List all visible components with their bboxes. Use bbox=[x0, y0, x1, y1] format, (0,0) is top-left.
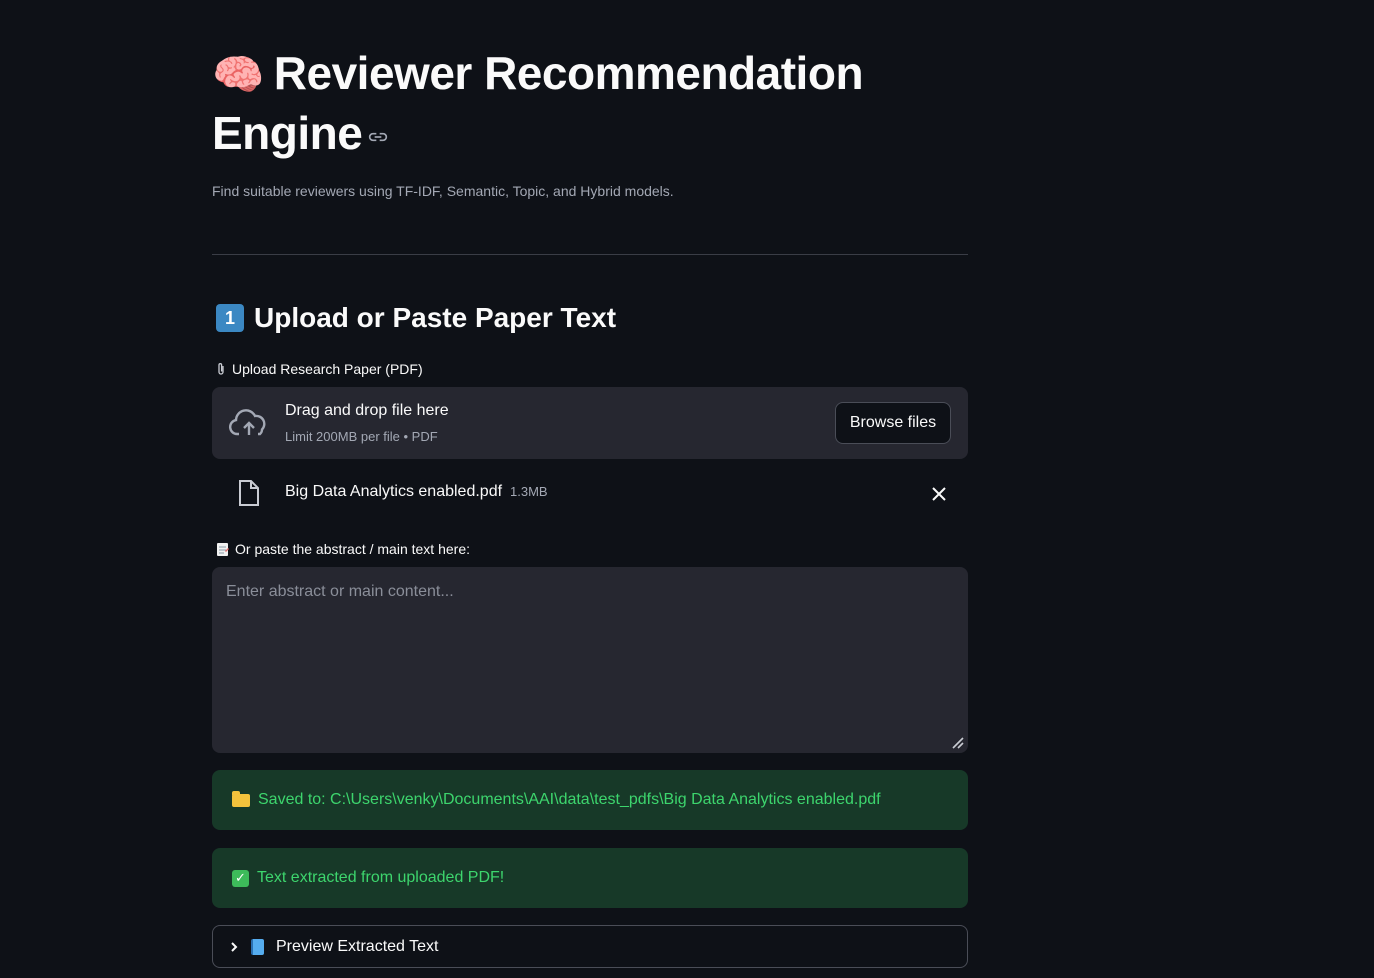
cloud-upload-icon bbox=[228, 409, 266, 436]
chevron-right-icon bbox=[231, 941, 238, 952]
preview-expander-label: Preview Extracted Text bbox=[276, 937, 439, 955]
page-title: 🧠 Reviewer Recommendation Engine bbox=[212, 44, 972, 162]
page-subtitle: Find suitable reviewers using TF-IDF, Se… bbox=[212, 183, 674, 199]
book-icon bbox=[251, 938, 264, 955]
extracted-alert: ✓ Text extracted from uploaded PDF! bbox=[212, 848, 968, 908]
file-name-text: Big Data Analytics enabled.pdf bbox=[285, 483, 503, 500]
paperclip-icon bbox=[218, 363, 224, 375]
memo-icon bbox=[217, 542, 229, 556]
upload-label-text: Upload Research Paper (PDF) bbox=[232, 361, 423, 377]
section-heading-text: Upload or Paste Paper Text bbox=[254, 302, 617, 333]
browse-files-button[interactable]: Browse files bbox=[835, 402, 951, 444]
saved-alert: Saved to: C:\Users\venky\Documents\AAI\d… bbox=[212, 770, 968, 830]
check-mark-icon: ✓ bbox=[232, 869, 249, 887]
paste-label-text: Or paste the abstract / main text here: bbox=[235, 541, 470, 557]
extracted-alert-text: Text extracted from uploaded PDF! bbox=[257, 869, 505, 886]
abstract-textarea[interactable]: Enter abstract or main content... bbox=[212, 567, 968, 753]
paste-label: Or paste the abstract / main text here: bbox=[216, 541, 470, 557]
dropzone-title: Drag and drop file here bbox=[285, 402, 449, 419]
page-title-text: Reviewer Recommendation Engine bbox=[212, 47, 864, 159]
section-heading: 1 Upload or Paste Paper Text bbox=[216, 302, 616, 334]
folder-icon bbox=[232, 790, 250, 807]
resize-handle-icon[interactable] bbox=[950, 735, 964, 749]
file-dropzone[interactable]: Drag and drop file here Limit 200MB per … bbox=[212, 387, 968, 459]
saved-alert-text: Saved to: C:\Users\venky\Documents\AAI\d… bbox=[258, 791, 881, 808]
brain-icon: 🧠 bbox=[212, 51, 264, 98]
link-icon[interactable] bbox=[368, 130, 388, 144]
preview-expander[interactable]: Preview Extracted Text bbox=[212, 925, 968, 968]
uploaded-file-row: Big Data Analytics enabled.pdf 1.3MB bbox=[212, 473, 968, 515]
textarea-placeholder: Enter abstract or main content... bbox=[226, 583, 454, 600]
file-name: Big Data Analytics enabled.pdf 1.3MB bbox=[285, 483, 548, 501]
divider bbox=[212, 254, 968, 255]
file-icon bbox=[239, 480, 259, 506]
upload-label: Upload Research Paper (PDF) bbox=[216, 361, 423, 377]
dropzone-limit: Limit 200MB per file • PDF bbox=[285, 429, 438, 444]
file-size: 1.3MB bbox=[510, 484, 548, 499]
keycap-one-icon: 1 bbox=[216, 304, 244, 332]
remove-file-icon[interactable] bbox=[931, 486, 947, 502]
